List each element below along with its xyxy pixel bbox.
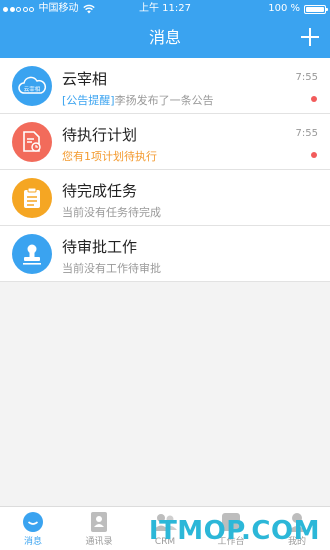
unread-dot — [311, 152, 317, 158]
plus-icon[interactable] — [301, 28, 319, 46]
message-item-pending-plans[interactable]: 待执行计划 您有1项计划待执行 7:55 — [0, 114, 330, 170]
unread-dot — [311, 96, 317, 102]
approval-stamp-icon — [12, 234, 52, 274]
cloud-logo-icon: 云宰相 — [12, 66, 52, 106]
nav-bar: 消息 — [0, 18, 330, 58]
svg-text:云宰相: 云宰相 — [24, 85, 41, 93]
message-text: 李扬发布了一条公告 — [114, 94, 214, 107]
page-title: 消息 — [148, 28, 181, 47]
message-title: 待完成任务 — [62, 182, 138, 200]
message-time: 7:55 — [295, 128, 318, 139]
message-item-pending-tasks[interactable]: 待完成任务 当前没有任务待完成 — [0, 170, 330, 226]
message-title: 云宰相 — [62, 70, 108, 88]
message-item-pending-approvals[interactable]: 待审批工作 当前没有工作待审批 — [0, 226, 330, 282]
notice-tag: [公告提醒] — [62, 94, 115, 107]
watermark: ITMOP.COM — [148, 516, 320, 546]
message-preview: [公告提醒]李扬发布了一条公告 — [62, 92, 214, 108]
chat-icon — [23, 512, 43, 532]
tab-contacts[interactable]: 通讯录 — [66, 507, 132, 550]
app-header: 中国移动 上午 11:27 100 % 消息 — [0, 0, 330, 58]
tab-label: 消息 — [23, 537, 42, 547]
message-preview: 当前没有任务待完成 — [62, 206, 161, 219]
message-title: 待执行计划 — [62, 126, 138, 144]
clipboard-icon — [12, 178, 52, 218]
battery-percent: 100 % — [268, 3, 300, 14]
message-preview: 当前没有工作待审批 — [62, 262, 161, 275]
message-preview: 您有1项计划待执行 — [62, 150, 157, 163]
battery-icon — [304, 4, 328, 14]
message-time: 7:55 — [295, 72, 318, 83]
message-item-yunzaixiang[interactable]: 云宰相 云宰相 [公告提醒]李扬发布了一条公告 7:55 — [0, 58, 330, 114]
tab-messages[interactable]: 消息 — [0, 507, 66, 550]
contacts-book-icon — [91, 512, 107, 532]
message-list: 云宰相 云宰相 [公告提醒]李扬发布了一条公告 7:55 待执行计划 您有1项计… — [0, 58, 330, 282]
plan-document-icon — [12, 122, 52, 162]
status-bar: 中国移动 上午 11:27 100 % — [0, 0, 330, 18]
tab-label: 通讯录 — [85, 537, 113, 547]
message-title: 待审批工作 — [62, 238, 138, 256]
